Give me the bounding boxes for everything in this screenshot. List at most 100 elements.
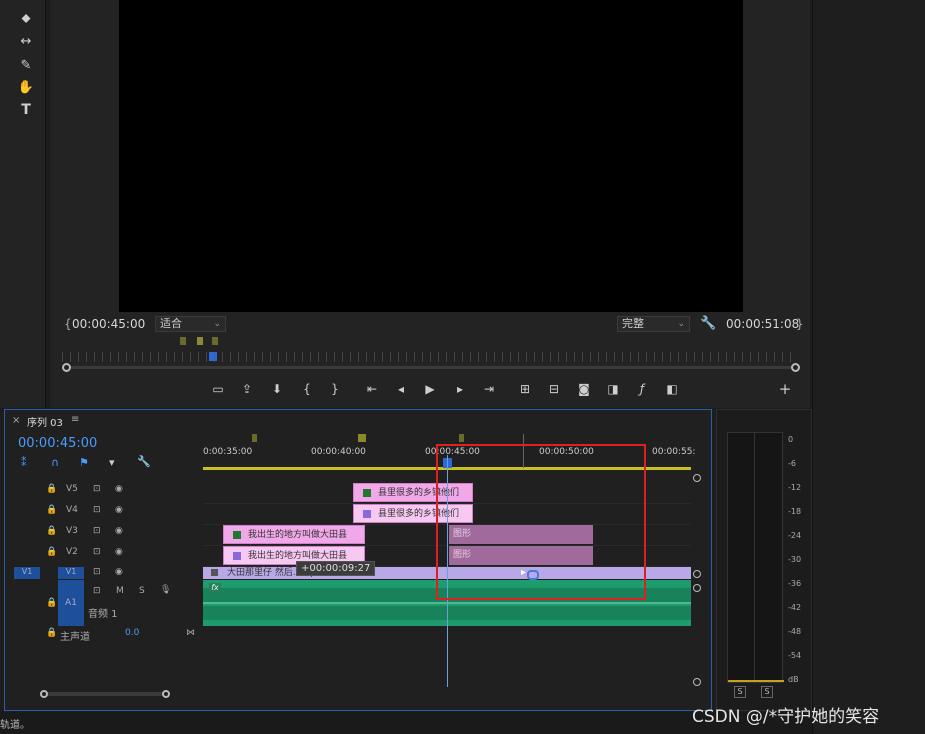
lock-icon[interactable]: 🔒 (46, 505, 57, 515)
ruler-label: 00:00:55: (652, 447, 696, 457)
tab-close-button[interactable]: × (12, 415, 20, 426)
marker-icon[interactable] (197, 337, 203, 345)
type-tool-icon[interactable]: T (17, 101, 35, 119)
hand-tool-icon[interactable]: ✋ (17, 79, 35, 97)
sync-lock-icon[interactable]: ⊡ (93, 526, 101, 536)
export-frame-icon[interactable]: ⇪ (238, 381, 256, 397)
eye-icon[interactable]: ◉ (115, 567, 123, 577)
track-label: V4 (66, 505, 78, 515)
solo-right-button[interactable]: S (761, 686, 773, 698)
step-forward-icon[interactable]: ▸ (451, 381, 469, 397)
color-matte-icon (233, 531, 241, 539)
audio-meter-bars (727, 432, 784, 684)
video-preview (119, 0, 743, 312)
marker-icon[interactable] (459, 434, 464, 442)
meter-level (728, 680, 784, 682)
lock-icon[interactable]: 🔒 (46, 598, 57, 608)
vscroll-handle[interactable] (693, 570, 701, 578)
source-patch-v1[interactable]: V1 (14, 567, 40, 579)
marker-icon[interactable] (180, 337, 186, 345)
extract-icon[interactable]: ⊟ (545, 381, 563, 397)
add-marker-icon[interactable]: ⬇ (268, 381, 286, 397)
monitor-time-ruler[interactable] (62, 352, 798, 362)
wrench-icon[interactable]: 🔧 (700, 316, 716, 331)
mark-out-icon[interactable]: } (326, 381, 344, 397)
quality-select-value: 完整 (622, 317, 644, 330)
out-bracket-icon: } (796, 317, 804, 331)
meter-scale-label: -48 (788, 627, 802, 636)
pen-tool-icon[interactable]: ✎ (17, 57, 35, 75)
scroll-handle-right[interactable] (791, 363, 800, 372)
sync-lock-icon[interactable]: ⊡ (93, 567, 101, 577)
master-volume[interactable]: 0.0 (125, 628, 139, 638)
marker-icon[interactable] (358, 434, 366, 442)
sync-lock-icon[interactable]: ⊡ (93, 547, 101, 557)
comparison-view-icon[interactable]: ◨ (604, 381, 622, 397)
zoom-handle-left[interactable] (40, 690, 48, 698)
master-expand-icon[interactable]: ⋈ (186, 628, 195, 638)
linked-selection-icon[interactable]: ⚑ (79, 456, 89, 469)
marker-icon[interactable] (252, 434, 257, 442)
clip-v3[interactable]: 我出生的地方叫做大田县 (223, 525, 365, 544)
eye-icon[interactable]: ◉ (115, 505, 123, 515)
step-back-icon[interactable]: ◂ (392, 381, 410, 397)
in-bracket-icon: { (64, 317, 72, 331)
tab-menu-icon[interactable]: ≡ (71, 414, 79, 425)
lock-icon[interactable]: 🔒 (46, 484, 57, 494)
safe-margins-icon[interactable]: ▭ (209, 381, 227, 397)
timeline-marker-icon[interactable]: ▾ (109, 456, 115, 469)
scroll-handle-left[interactable] (62, 363, 71, 372)
clip-label: 我出生的地方叫做大田县 (248, 551, 348, 561)
duration-timecode: 00:00:51:08 (726, 317, 800, 331)
lock-icon[interactable]: 🔒 (46, 628, 57, 638)
fx-icon[interactable]: ƒ (633, 381, 651, 397)
meter-scale-label: 0 (788, 435, 794, 444)
vertical-scroll-handle[interactable] (693, 474, 701, 482)
eye-icon[interactable]: ◉ (115, 526, 123, 536)
slip-tool-icon[interactable]: ↔ (17, 33, 35, 51)
track-label: V3 (66, 526, 78, 536)
track-header-v2: 🔒 V2 ⊡ ◉ (8, 547, 198, 567)
solo-left-button[interactable]: S (734, 686, 746, 698)
eye-icon[interactable]: ◉ (115, 484, 123, 494)
vscroll-handle[interactable] (693, 584, 701, 592)
marker-icon[interactable] (212, 337, 218, 345)
nest-toggle-icon[interactable]: ⁑ (21, 456, 27, 469)
track-target-v1[interactable]: V1 (58, 567, 84, 579)
go-to-out-icon[interactable]: ⇥ (480, 381, 498, 397)
lift-icon[interactable]: ⊞ (516, 381, 534, 397)
mute-button[interactable]: M (116, 586, 124, 596)
meter-scale: 0 -6 -12 -18 -24 -30 -36 -42 -48 -54 dB (788, 434, 801, 686)
sync-lock-icon[interactable]: ⊡ (93, 505, 101, 515)
timeline-settings-wrench-icon[interactable]: 🔧 (137, 455, 151, 468)
eye-icon[interactable]: ◉ (115, 547, 123, 557)
razor-tool-icon[interactable]: ⬥ (17, 10, 35, 28)
tools-panel: ⬥ ↔ ✎ ✋ T (0, 0, 46, 408)
solo-button[interactable]: S (139, 586, 145, 596)
fit-select[interactable]: 适合 ⌄ (155, 316, 226, 332)
lock-icon[interactable]: 🔒 (46, 526, 57, 536)
microphone-icon[interactable]: 🎙 (160, 585, 171, 595)
mouse-cursor-icon: ▸ (521, 567, 527, 578)
timeline-zoom-scrollbar[interactable] (40, 692, 168, 696)
proxy-toggle-icon[interactable]: ◧ (663, 381, 681, 397)
track-header-v5: 🔒 V5 ⊡ ◉ (8, 484, 198, 504)
track-target-a1[interactable]: A1 (58, 580, 84, 626)
playhead-timecode[interactable]: 00:00:45:00 (72, 317, 145, 331)
button-editor-icon[interactable]: + (776, 381, 794, 397)
lock-icon[interactable]: 🔒 (46, 547, 57, 557)
timeline-current-timecode[interactable]: 00:00:45:00 (18, 436, 97, 451)
snap-magnet-icon[interactable]: ∩ (51, 456, 59, 469)
sync-lock-icon[interactable]: ⊡ (93, 586, 101, 596)
go-to-in-icon[interactable]: ⇤ (363, 381, 381, 397)
quality-select[interactable]: 完整 ⌄ (617, 316, 690, 332)
play-icon[interactable]: ▶ (421, 381, 439, 397)
sync-lock-icon[interactable]: ⊡ (93, 484, 101, 494)
camera-icon[interactable]: ◙ (575, 381, 593, 397)
mark-in-icon[interactable]: { (298, 381, 316, 397)
sequence-tab[interactable]: 序列 03 (27, 414, 63, 429)
zoom-handle-right[interactable] (162, 690, 170, 698)
fx-badge-icon (363, 510, 371, 518)
monitor-zoom-scrollbar[interactable] (66, 366, 796, 369)
vscroll-handle[interactable] (693, 678, 701, 686)
